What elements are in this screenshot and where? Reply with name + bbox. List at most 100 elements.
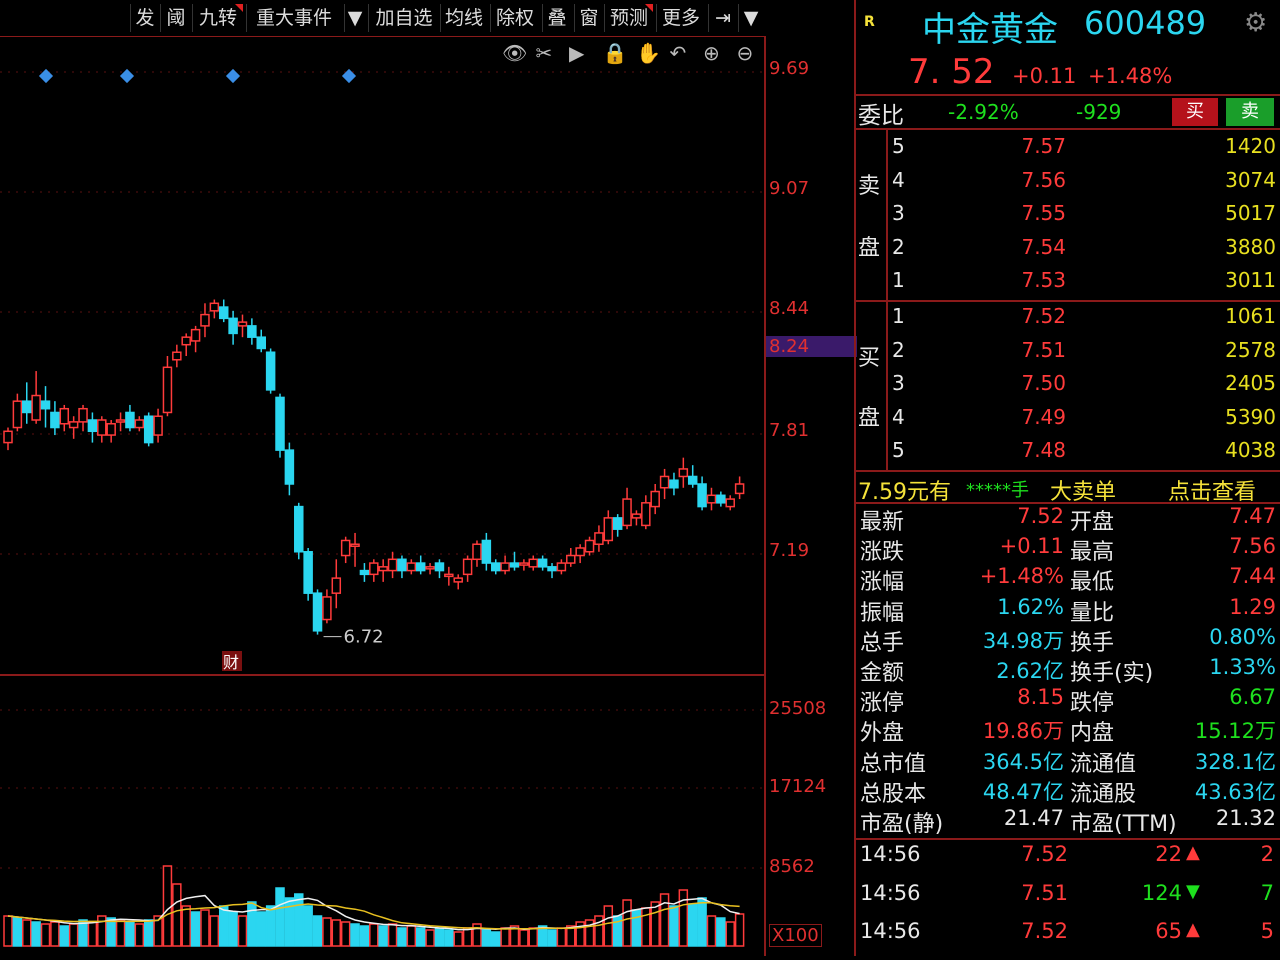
kline-chart-area[interactable]: 👁 ✂ ▶ 🔒 ✋ ↶ ⊕ ⊖ 6.72 财 <box>0 35 766 956</box>
level-number: 1 <box>892 304 905 328</box>
stat-value: 7.47 <box>1229 504 1276 528</box>
hand-icon[interactable]: ✋ <box>636 41 661 65</box>
toolbar-fa-button[interactable]: 发 <box>130 4 159 32</box>
sell-button[interactable]: 卖 <box>1226 98 1274 126</box>
candle-body <box>415 562 426 572</box>
volume-bar <box>687 903 698 947</box>
buy-level-row[interactable]: 5 7.48 4038 <box>856 438 1280 472</box>
stat-value: 1.33% <box>1209 655 1276 679</box>
level-volume: 3880 <box>1225 234 1276 259</box>
tick-volume: 22 <box>1155 842 1182 866</box>
candle-body <box>650 490 660 508</box>
tick-time: 14:56 <box>860 919 921 943</box>
volume-bar <box>237 915 248 947</box>
candle-body <box>134 419 145 429</box>
candle-body <box>725 498 735 508</box>
toolbar-collapse-button[interactable]: ⇥ <box>708 4 737 32</box>
candle-body <box>200 313 210 327</box>
volume-bar <box>59 925 70 947</box>
level-price: 7.53 <box>1021 268 1066 293</box>
toolbar-overlay-button[interactable]: 叠 <box>542 4 571 32</box>
toolbar-nine-turn-button[interactable]: 九转 <box>192 4 243 32</box>
candle-body <box>631 513 642 519</box>
big-order-size: *****手 <box>966 480 1029 501</box>
sell-level-row[interactable]: 4 7.56 3074 <box>856 168 1280 202</box>
toolbar-window-button[interactable]: 窗 <box>574 4 603 32</box>
buy-level-row[interactable]: 3 7.50 2405 <box>856 371 1280 405</box>
toolbar-dropdown-button[interactable]: ▼ <box>738 4 763 32</box>
buy-level-row[interactable]: 1 7.52 1061 <box>856 304 1280 338</box>
candle-body <box>566 554 576 564</box>
candle-body <box>162 366 173 414</box>
volume-bar <box>172 883 182 947</box>
sell-level-row[interactable]: 3 7.55 5017 <box>856 201 1280 235</box>
undo-icon[interactable]: ↶ <box>670 41 687 65</box>
candle-body <box>697 483 707 508</box>
volume-bar <box>31 921 41 947</box>
lock-icon[interactable]: 🔒 <box>603 41 628 65</box>
candle-body <box>734 483 745 495</box>
candle-body <box>481 539 492 564</box>
candle-body <box>40 400 51 410</box>
level-price: 7.56 <box>1021 167 1066 192</box>
candle-body <box>209 302 220 312</box>
candle-body <box>340 539 351 557</box>
sell-level-row[interactable]: 1 7.53 3011 <box>856 268 1280 302</box>
scissors-icon[interactable]: ✂ <box>536 41 553 65</box>
tick-price: 7.52 <box>1021 919 1068 943</box>
level-volume: 2578 <box>1225 337 1276 362</box>
kline-chart[interactable]: 👁 ✂ ▶ 🔒 ✋ ↶ ⊕ ⊖ 6.72 财 <box>0 35 766 956</box>
candle-body <box>256 336 266 350</box>
toolbar-add-watchlist-button[interactable]: 加自选 <box>368 4 439 32</box>
tick-price: 7.51 <box>1021 880 1068 905</box>
event-diamond-icon <box>341 68 357 84</box>
toolbar-label: 除权 <box>495 7 534 29</box>
play-icon[interactable]: ▶ <box>569 41 585 65</box>
candle-body <box>12 400 23 429</box>
candle-body <box>294 505 304 553</box>
toolbar-major-events-button[interactable]: 重大事件 <box>246 4 341 32</box>
volume-bar <box>209 915 220 947</box>
toolbar-label: 均线 <box>444 7 483 29</box>
candle-body <box>359 569 370 576</box>
volume-bar <box>734 913 745 947</box>
level-price: 7.55 <box>1021 201 1066 226</box>
stat-value: 48.47亿 <box>982 779 1064 804</box>
stat-key: 跌停 <box>1070 691 1115 717</box>
candle-body <box>87 419 98 433</box>
stat-value: 6.67 <box>1229 685 1276 710</box>
eye-icon[interactable]: 👁 <box>502 41 527 65</box>
candle-body <box>425 566 435 570</box>
toolbar-ex-rights-button[interactable]: 除权 <box>490 4 539 32</box>
event-diamond-icon <box>119 68 135 84</box>
settings-gear-icon[interactable]: ⚙ <box>1244 8 1267 38</box>
candle-body <box>331 577 342 594</box>
buy-level-row[interactable]: 2 7.51 2578 <box>856 338 1280 372</box>
candle-body <box>659 475 670 489</box>
buy-level-row[interactable]: 4 7.49 5390 <box>856 405 1280 439</box>
volume-axis-label: 8562 <box>769 856 815 877</box>
zoom-out-icon[interactable]: ⊖ <box>737 41 754 65</box>
volume-bar <box>444 929 454 947</box>
candle-body <box>275 396 285 451</box>
candle-body <box>612 517 623 530</box>
toolbar-more-button[interactable]: 更多 <box>656 4 705 32</box>
level-volume: 2405 <box>1225 371 1276 396</box>
toolbar-jian-button[interactable]: 阈 <box>160 4 191 32</box>
toolbar-forecast-button[interactable]: 预测 <box>604 4 653 32</box>
toolbar-ma-button[interactable]: 均线 <box>440 4 487 32</box>
buy-button[interactable]: 买 <box>1172 98 1218 126</box>
sell-level-row[interactable]: 5 7.57 1420 <box>856 134 1280 168</box>
tick-time: 14:56 <box>860 842 921 866</box>
zoom-in-icon[interactable]: ⊕ <box>703 41 720 65</box>
toolbar-events-dropdown-button[interactable]: ▼ <box>344 4 365 32</box>
sell-level-row[interactable]: 2 7.54 3880 <box>856 235 1280 269</box>
candle-body <box>678 468 689 478</box>
stat-key: 金额 <box>860 661 905 686</box>
stat-value: +1.48% <box>979 564 1064 589</box>
toolbar-label: 更多 <box>661 7 700 29</box>
candle-body <box>106 423 116 436</box>
tick-count: 2 <box>1260 842 1274 866</box>
stat-key: 总股本 <box>860 781 927 807</box>
stat-row: 涨跌 +0.11 最高 7.56 <box>856 534 1280 565</box>
